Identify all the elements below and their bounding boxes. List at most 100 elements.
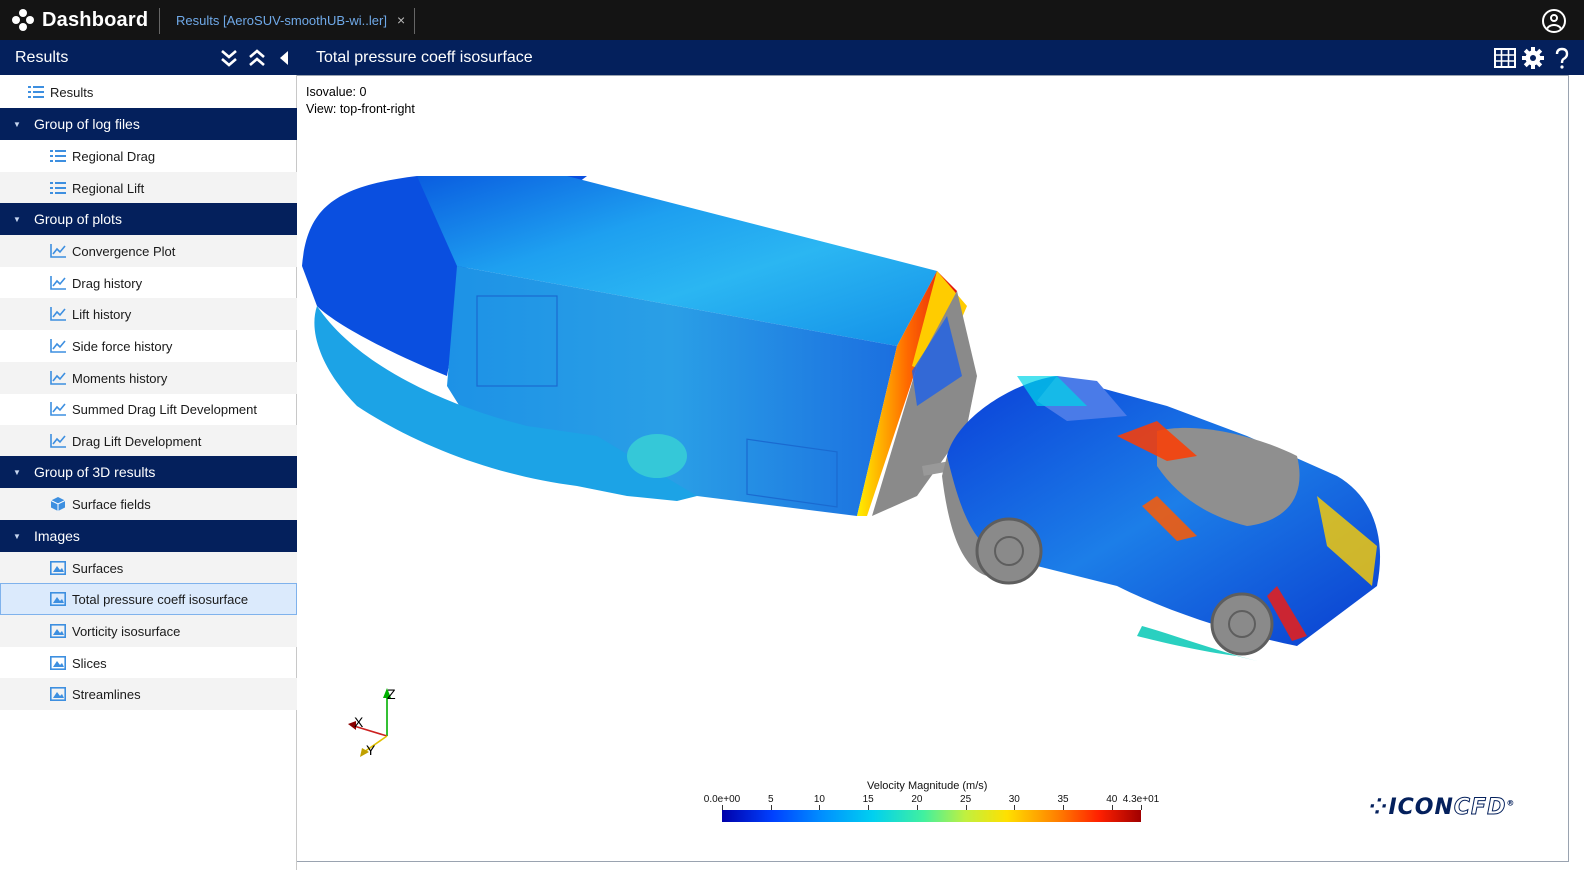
group-label: Group of plots	[34, 211, 122, 227]
colorbar-tick-label: 25	[960, 794, 972, 805]
line-chart-icon	[50, 339, 66, 353]
sidebar-item-label: Drag history	[72, 275, 143, 291]
icon-cfd-logo: ⁘ICONCFD®	[1369, 795, 1516, 821]
help-icon[interactable]	[1554, 46, 1570, 70]
caret-down-icon: ▼	[13, 214, 21, 224]
cube-icon	[50, 497, 66, 511]
image-icon	[50, 592, 66, 606]
colorbar-tick-mark	[1111, 805, 1113, 810]
sidebar-item-drag-lift-development[interactable]: Drag Lift Development	[0, 425, 297, 457]
sidebar-item-streamlines[interactable]: Streamlines	[0, 678, 297, 710]
line-chart-icon	[50, 244, 66, 258]
sidebar-item-lift-history[interactable]: Lift history	[0, 298, 297, 330]
colorbar-title: Velocity Magnitude (m/s)	[867, 780, 988, 792]
logo-mark-icon: ⁘	[1369, 795, 1389, 820]
caret-down-icon: ▼	[13, 531, 21, 541]
results-sidebar: Results ▼ Group of log files Regional Dr…	[0, 75, 297, 870]
sidebar-item-moments-history[interactable]: Moments history	[0, 362, 297, 394]
user-account-icon[interactable]	[1542, 9, 1566, 33]
gear-icon[interactable]	[1521, 46, 1545, 70]
document-tab[interactable]: Results [AeroSUV-smoothUB-wi..ler] ×	[176, 0, 405, 40]
line-chart-icon	[50, 434, 66, 448]
sidebar-item-label: Surfaces	[72, 560, 124, 576]
sidebar-title: Results	[15, 49, 69, 66]
logo-icon-text: ICON	[1388, 795, 1454, 820]
sidebar-item-regional-lift[interactable]: Regional Lift	[0, 172, 297, 204]
sidebar-item-regional-drag[interactable]: Regional Drag	[0, 140, 297, 172]
image-icon	[50, 624, 66, 638]
sidebar-item-label: Lift history	[72, 306, 132, 322]
colorbar-tick-label: 40	[1106, 794, 1118, 805]
collapse-all-icon[interactable]	[248, 48, 266, 68]
colorbar-tick-mark	[1141, 805, 1142, 810]
list-icon	[50, 182, 66, 194]
logo-registered-mark: ®	[1506, 798, 1516, 808]
sidebar-item-summed-drag-lift-development[interactable]: Summed Drag Lift Development	[0, 393, 297, 425]
list-icon	[28, 86, 44, 98]
sidebar-item-surface-fields[interactable]: Surface fields	[0, 488, 297, 520]
sidebar-item-slices[interactable]: Slices	[0, 647, 297, 679]
group-label: Images	[34, 528, 80, 544]
group-log-files[interactable]: ▼ Group of log files	[0, 108, 297, 140]
axis-label-z: Z	[387, 686, 396, 702]
sidebar-item-label: Side force history	[72, 338, 173, 354]
group-plots[interactable]: ▼ Group of plots	[0, 203, 297, 235]
sidebar-item-label: Summed Drag Lift Development	[72, 401, 257, 417]
sidebar-item-side-force-history[interactable]: Side force history	[0, 330, 297, 362]
colorbar-tick-label: 20	[911, 794, 923, 805]
table-icon[interactable]	[1493, 46, 1517, 70]
axis-label-y: Y	[366, 742, 376, 758]
sidebar-item-label: Streamlines	[72, 686, 141, 702]
sidebar-item-label: Total pressure coeff isosurface	[72, 591, 249, 607]
line-chart-icon	[50, 371, 66, 385]
sidebar-item-convergence-plot[interactable]: Convergence Plot	[0, 235, 297, 267]
colorbar-tick-mark	[1063, 805, 1065, 810]
sidebar-item-label: Regional Drag	[72, 148, 156, 164]
sidebar-item-label: Slices	[72, 655, 107, 671]
panel-title: Total pressure coeff isosurface	[316, 49, 533, 66]
list-icon	[50, 150, 66, 162]
top-bar: Dashboard Results [AeroSUV-smoothUB-wi..…	[0, 0, 1584, 40]
group-3d-results[interactable]: ▼ Group of 3D results	[0, 456, 297, 488]
render-viewer[interactable]: Isovalue: 0 View: top-front-right Z X Y …	[297, 75, 1569, 862]
group-label: Group of 3D results	[34, 464, 156, 480]
sidebar-item-total-pressure-coeff-isosurface[interactable]: Total pressure coeff isosurface	[0, 583, 297, 615]
axis-label-x: X	[354, 714, 364, 730]
colorbar-tick-mark	[1014, 805, 1016, 810]
colorbar	[722, 810, 1141, 822]
colorbar-tick-label: 15	[862, 794, 874, 805]
image-icon	[50, 561, 66, 575]
line-chart-icon	[50, 402, 66, 416]
colorbar-tick-label: 30	[1008, 794, 1020, 805]
sidebar-item-label: Results	[50, 84, 94, 100]
colorbar-tick-mark	[722, 805, 723, 810]
cfd-render-image	[302, 176, 1381, 661]
colorbar-tick-label: 5	[767, 794, 774, 805]
colorbar-tick-mark	[965, 805, 967, 810]
caret-down-icon: ▼	[13, 119, 21, 129]
colorbar-tick-mark	[868, 805, 870, 810]
brand[interactable]: Dashboard	[12, 0, 148, 40]
sidebar-item-label: Surface fields	[72, 496, 151, 512]
image-icon	[50, 656, 66, 670]
app-title: Dashboard	[42, 8, 149, 31]
group-label: Group of log files	[34, 116, 140, 132]
expand-all-icon[interactable]	[220, 48, 238, 68]
caret-down-icon: ▼	[13, 467, 21, 477]
sidebar-item-drag-history[interactable]: Drag history	[0, 267, 297, 299]
sidebar-item-results[interactable]: Results	[0, 76, 297, 108]
close-icon[interactable]: ×	[397, 12, 405, 28]
colorbar-tick-mark	[819, 805, 821, 810]
dashboard-logo-icon	[12, 9, 34, 31]
collapse-sidebar-icon[interactable]	[278, 48, 290, 68]
line-chart-icon	[50, 307, 66, 321]
line-chart-icon	[50, 276, 66, 290]
document-tab-label: Results [AeroSUV-smoothUB-wi..ler]	[176, 12, 387, 28]
divider	[414, 8, 415, 34]
sidebar-item-vorticity-isosurface[interactable]: Vorticity isosurface	[0, 615, 297, 647]
colorbar-tick-label: 35	[1057, 794, 1069, 805]
colorbar-tick-label: 4.3e+01	[1122, 794, 1160, 805]
sidebar-item-surfaces[interactable]: Surfaces	[0, 552, 297, 584]
group-images[interactable]: ▼ Images	[0, 520, 297, 552]
sidebar-item-label: Moments history	[72, 370, 168, 386]
